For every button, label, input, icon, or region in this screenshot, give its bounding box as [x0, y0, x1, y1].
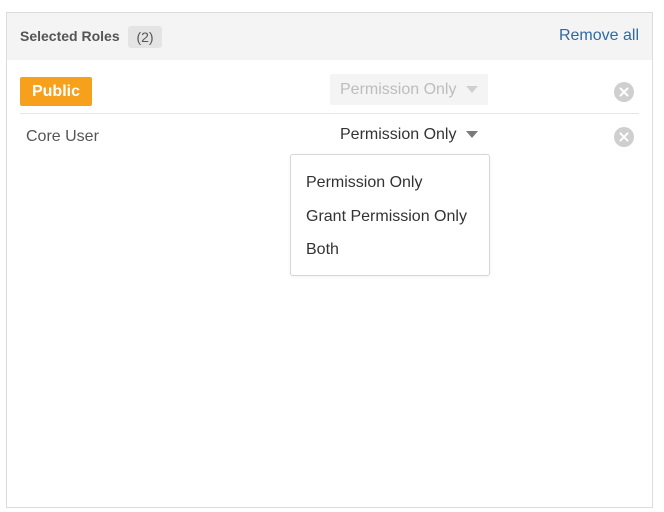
count-badge: (2)	[128, 26, 162, 48]
permission-select-disabled: Permission Only	[330, 74, 488, 105]
panel-title: Selected Roles	[20, 28, 120, 44]
permission-select-value: Permission Only	[340, 126, 457, 143]
selected-roles-panel: Selected Roles (2) Remove all Public Per…	[6, 12, 653, 508]
caret-down-icon	[466, 86, 478, 93]
permission-select-value: Permission Only	[340, 81, 457, 98]
panel-header: Selected Roles (2) Remove all	[7, 13, 652, 60]
role-label: Core User	[26, 128, 99, 145]
public-role-badge: Public	[20, 77, 92, 106]
caret-down-icon	[466, 131, 478, 138]
remove-role-icon[interactable]	[614, 127, 634, 147]
remove-role-icon[interactable]	[614, 82, 634, 102]
row-divider	[20, 113, 639, 114]
dropdown-option-permission-only[interactable]: Permission Only	[306, 174, 422, 192]
dropdown-option-both[interactable]: Both	[306, 241, 339, 259]
role-row-public: Public Permission Only	[7, 70, 652, 116]
permission-select[interactable]: Permission Only	[330, 119, 488, 150]
permission-dropdown-menu: Permission Only Grant Permission Only Bo…	[290, 154, 490, 276]
remove-all-link[interactable]: Remove all	[559, 27, 639, 45]
dropdown-option-grant-permission-only[interactable]: Grant Permission Only	[306, 208, 467, 226]
